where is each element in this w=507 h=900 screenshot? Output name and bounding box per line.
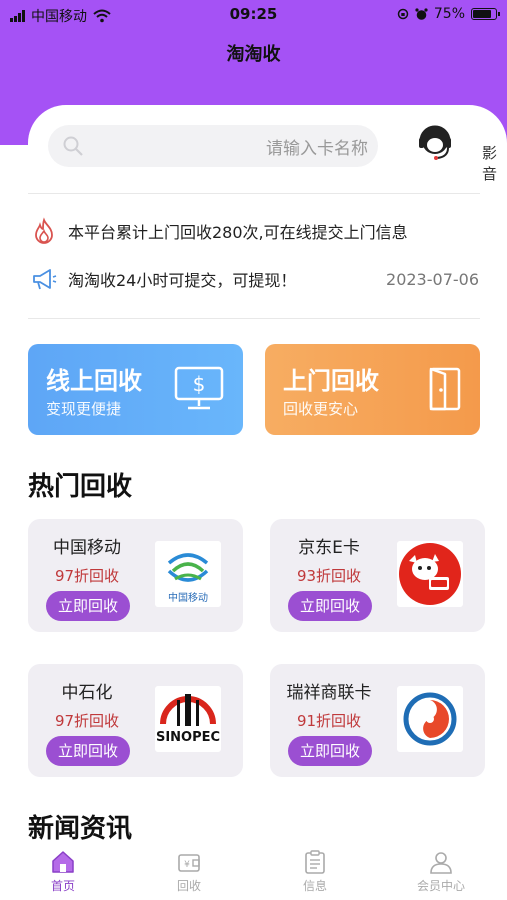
online-recycle-button[interactable]: 线上回收 变现更便捷 $	[28, 344, 243, 435]
online-recycle-subtitle: 变现更便捷	[46, 400, 122, 418]
flame-icon	[35, 217, 53, 244]
clipboard-icon	[305, 850, 325, 874]
tab-recycle[interactable]: ¥ 回收	[126, 843, 252, 900]
svg-text:SINOPEC: SINOPEC	[156, 730, 220, 745]
divider	[28, 193, 480, 194]
notice-text: 淘淘收24小时可提交，可提现！	[68, 271, 297, 290]
tab-member-center[interactable]: 会员中心	[378, 843, 504, 900]
tab-label: 信息	[302, 879, 327, 893]
online-recycle-title: 线上回收	[46, 367, 142, 395]
battery-percent: 75%	[433, 6, 465, 22]
bottom-tab-bar: 首页 ¥ 回收 信息 会员中心	[0, 843, 507, 900]
ruixiang-card-logo	[397, 686, 463, 752]
product-card[interactable]: 中国移动 97折回收 立即回收 中国移动	[28, 519, 243, 632]
divider	[28, 318, 480, 319]
notice-item[interactable]: 本平台累计上门回收280次,可在线提交上门信息	[30, 217, 408, 245]
alarm-icon	[415, 7, 428, 20]
door-recycle-title: 上门回收	[283, 367, 379, 395]
door-icon	[429, 367, 461, 411]
hot-section-title: 热门回收	[28, 472, 133, 502]
wallet-icon: ¥	[178, 854, 200, 872]
svg-text:¥: ¥	[184, 860, 190, 870]
china-mobile-logo-text: 中国移动	[168, 591, 208, 604]
user-icon	[430, 852, 452, 874]
tab-label: 回收	[176, 879, 201, 893]
top-right-label[interactable]: 影音	[482, 142, 507, 184]
search-placeholder: 请输入卡名称	[266, 139, 368, 159]
rotation-lock-icon	[397, 8, 409, 20]
china-mobile-logo: 中国移动	[155, 541, 221, 607]
notice-item[interactable]: 淘淘收24小时可提交，可提现！	[30, 265, 296, 293]
door-recycle-subtitle: 回收更安心	[283, 400, 359, 418]
sinopec-logo: SINOPEC	[155, 686, 221, 752]
notice-date: 2023-07-06	[386, 270, 479, 289]
status-bar: 中国移动 09:25 75%	[0, 0, 507, 28]
tab-info[interactable]: 信息	[252, 843, 378, 900]
product-name: 瑞祥商联卡	[286, 683, 372, 703]
recycle-now-button[interactable]: 立即回收	[288, 736, 372, 766]
product-discount: 97折回收	[54, 567, 120, 585]
search-icon	[63, 136, 83, 156]
tab-home[interactable]: 首页	[0, 843, 126, 900]
page-title: 淘淘收	[226, 44, 281, 65]
jd-card-logo	[397, 541, 463, 607]
notice-text: 本平台累计上门回收280次,可在线提交上门信息	[68, 223, 408, 242]
monitor-dollar-icon: $	[174, 366, 224, 410]
home-icon	[52, 851, 74, 873]
product-card[interactable]: 京东E卡 93折回收 立即回收	[270, 519, 485, 632]
search-input[interactable]: 请输入卡名称	[48, 125, 378, 167]
recycle-now-button[interactable]: 立即回收	[46, 591, 130, 621]
product-card[interactable]: 瑞祥商联卡 91折回收 立即回收	[270, 664, 485, 777]
product-card[interactable]: 中石化 97折回收 立即回收 SINOPEC	[28, 664, 243, 777]
svg-text:$: $	[193, 372, 206, 396]
product-discount: 91折回收	[296, 712, 362, 730]
news-section-title: 新闻资讯	[28, 814, 133, 844]
battery-icon	[471, 8, 500, 20]
door-recycle-button[interactable]: 上门回收 回收更安心	[265, 344, 480, 435]
product-discount: 93折回收	[296, 567, 362, 585]
product-name: 京东E卡	[298, 538, 360, 558]
recycle-now-button[interactable]: 立即回收	[46, 736, 130, 766]
tab-label: 首页	[50, 879, 75, 893]
product-name: 中石化	[61, 683, 113, 703]
product-discount: 97折回收	[54, 712, 120, 730]
customer-service-icon[interactable]	[415, 123, 455, 163]
product-name: 中国移动	[53, 538, 121, 558]
tab-label: 会员中心	[416, 879, 465, 893]
recycle-now-button[interactable]: 立即回收	[288, 591, 372, 621]
megaphone-icon	[33, 269, 57, 290]
